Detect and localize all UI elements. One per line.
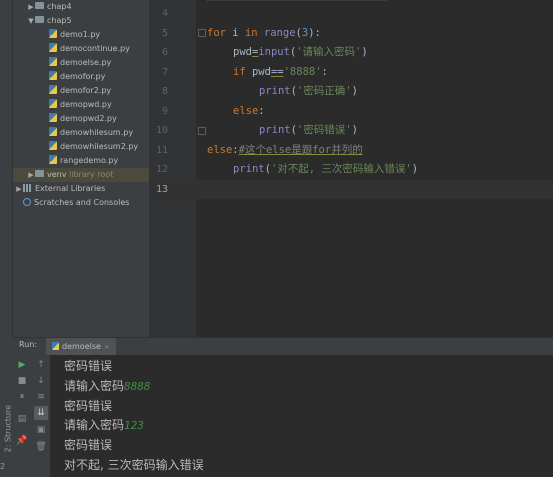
code-line-7: if pwd=='8888': — [233, 66, 328, 78]
chevron-right-icon[interactable]: ▶ — [27, 168, 35, 182]
python-file-icon — [49, 71, 57, 80]
code-line-8: print('密码正确') — [259, 85, 358, 97]
tree-item-file[interactable]: demofor.py — [13, 70, 149, 84]
project-tree: ▶ chap4 ▼ chap5 demo1.py democontinue.py d… — [13, 0, 149, 337]
tree-item-chap4[interactable]: ▶ chap4 — [13, 0, 149, 14]
tree-item-file[interactable]: demoelse.py — [13, 56, 149, 70]
close-icon[interactable]: × — [104, 343, 110, 351]
tree-item-file[interactable]: demopwd.py — [13, 98, 149, 112]
run-tab-demoelse[interactable]: demoelse × — [46, 338, 116, 355]
run-toolbar: ▶ ↑ ■ ↓ ⏸ ≡ ▤ ⇊ 📌 ▣ 🗑 — [12, 355, 50, 477]
code-line-6: pwd=input('请输入密码') — [233, 46, 368, 58]
line-number: 11 — [155, 145, 168, 156]
scroll-separator — [207, 0, 387, 3]
library-icon — [23, 183, 32, 192]
folder-icon — [35, 170, 44, 177]
line-number: 5 — [161, 28, 168, 39]
stop-icon[interactable]: ■ — [15, 374, 29, 388]
code-line-10: print('密码错误') — [259, 124, 358, 136]
python-file-icon — [49, 99, 57, 108]
rerun-icon[interactable]: ▶ — [15, 358, 29, 372]
line-number: 12 — [155, 164, 168, 175]
tree-item-file[interactable]: rangedemo.py — [13, 154, 149, 168]
tree-item-file[interactable]: demo1.py — [13, 28, 149, 42]
pin-icon[interactable]: 📌 — [15, 434, 29, 448]
python-file-icon — [49, 113, 57, 122]
python-file-icon — [49, 127, 57, 136]
run-label: Run: — [19, 340, 38, 349]
code-line-11: else:#这个else是跟for并列的 — [207, 144, 363, 156]
chevron-right-icon[interactable]: ▶ — [27, 0, 35, 14]
tree-item-file[interactable]: demofor2.py — [13, 84, 149, 98]
print-icon[interactable]: ▣ — [34, 423, 48, 437]
line-number: 10 — [155, 125, 168, 136]
line-number: 6 — [161, 47, 168, 58]
fold-marker-icon[interactable] — [198, 29, 206, 37]
code-line-12: print('对不起, 三次密码输入错误') — [233, 163, 419, 175]
fold-marker-icon[interactable] — [198, 127, 206, 135]
chevron-right-icon[interactable]: ▶ — [15, 182, 23, 196]
tree-item-file[interactable]: demowhilesum.py — [13, 126, 149, 140]
python-file-icon — [49, 155, 57, 164]
pause-icon[interactable]: ⏸ — [15, 390, 29, 404]
line-number: 8 — [161, 86, 168, 97]
line-number: 13 — [155, 184, 168, 195]
line-number: 4 — [161, 8, 168, 19]
python-file-icon — [49, 57, 57, 66]
code-line-9: else: — [233, 105, 265, 117]
scroll-down-icon[interactable]: ↓ — [34, 374, 48, 388]
structure-tool-tab[interactable]: 2: Structure — [0, 396, 13, 456]
tree-item-file[interactable]: democontinue.py — [13, 42, 149, 56]
line-number: 9 — [161, 106, 168, 117]
scroll-up-icon[interactable]: ↑ — [34, 358, 48, 372]
scroll-to-end-icon[interactable]: ⇊ — [34, 406, 48, 420]
python-file-icon — [49, 85, 57, 94]
tree-item-venv[interactable]: ▶ venv library root — [13, 168, 149, 182]
scratches-icon — [23, 197, 31, 206]
code-line-5: for i in range(3): — [207, 27, 321, 39]
trash-icon[interactable]: 🗑 — [34, 440, 48, 454]
python-file-icon — [49, 29, 57, 38]
run-panel-header: Run: demoelse × — [12, 337, 553, 356]
user-input: 123 — [124, 419, 144, 432]
console-line: 请输入密码123 — [64, 418, 144, 432]
tree-item-file[interactable]: demowhilesum2.py — [13, 140, 149, 154]
python-file-icon — [49, 141, 57, 150]
console-line: 密码错误 — [64, 399, 113, 413]
chevron-down-icon[interactable]: ▼ — [27, 14, 35, 28]
folder-icon — [35, 16, 44, 23]
folder-icon — [35, 2, 44, 9]
python-file-icon — [52, 341, 59, 350]
tree-item-external-libraries[interactable]: ▶ External Libraries — [13, 182, 149, 196]
user-input: 8888 — [124, 380, 151, 393]
console-line: 密码错误 — [64, 359, 113, 373]
console-line: 密码错误 — [64, 438, 113, 452]
tree-item-chap5[interactable]: ▼ chap5 — [13, 14, 149, 28]
console-line: 请输入密码8888 — [64, 379, 151, 393]
layout-icon[interactable]: ▤ — [15, 412, 29, 426]
tree-item-file[interactable]: demopwd2.py — [13, 112, 149, 126]
console-line: 对不起, 三次密码输入错误 — [64, 458, 204, 472]
current-line-highlight — [150, 180, 553, 199]
line-number: 7 — [161, 67, 168, 78]
soft-wrap-icon[interactable]: ≡ — [34, 390, 48, 404]
favorites-tool-tab[interactable]: 2 — [0, 462, 12, 477]
tree-item-scratches[interactable]: Scratches and Consoles — [13, 196, 149, 210]
python-file-icon — [49, 43, 57, 52]
